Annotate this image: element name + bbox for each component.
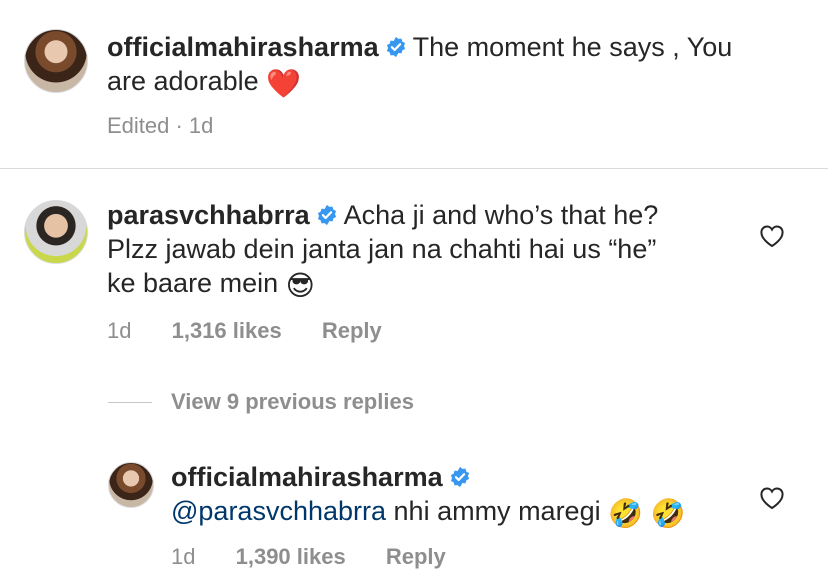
comment-username[interactable]: parasvchhabrra — [107, 200, 310, 230]
caption-edited-time: Edited · 1d — [107, 113, 214, 138]
verified-badge-icon — [317, 204, 336, 226]
caption-text: officialmahirasharma The moment he says ,… — [107, 30, 807, 101]
verified-badge-icon — [450, 466, 469, 488]
reply-likes[interactable]: 1,390 likes — [236, 544, 346, 569]
like-heart-icon[interactable] — [759, 224, 785, 248]
avatar[interactable] — [24, 200, 88, 264]
comment-likes[interactable]: 1,316 likes — [172, 318, 282, 343]
reply-time: 1d — [171, 544, 196, 569]
comment-line1: Acha ji and who’s that he? — [343, 200, 659, 230]
comment-time: 1d — [107, 318, 132, 343]
comment-reply-button[interactable]: Reply — [322, 318, 382, 343]
view-previous-replies-button[interactable]: View 9 previous replies — [171, 389, 414, 415]
comment-line3: ke baare mein — [107, 268, 279, 298]
avatar[interactable] — [24, 29, 88, 93]
verified-badge-icon — [386, 36, 405, 58]
caption-username[interactable]: officialmahirasharma — [107, 32, 379, 62]
reply-line: nhi ammy maregi — [393, 496, 601, 526]
like-heart-icon[interactable] — [759, 486, 785, 510]
caption-meta: Edited · 1d — [107, 113, 247, 139]
reply-text: officialmahirasharma @parasvchhabrra nhi… — [171, 460, 751, 531]
avatar[interactable] — [108, 462, 154, 508]
reply-reply-button[interactable]: Reply — [386, 544, 446, 569]
caption-line1: The moment he says , You — [412, 32, 733, 62]
comment-line2: Plzz jawab dein janta jan na chahti hai … — [107, 234, 657, 264]
reply-meta: 1d 1,390 likes Reply — [171, 544, 480, 570]
divider — [0, 168, 828, 169]
reply-mention-link[interactable]: @parasvchhabrra — [171, 496, 386, 526]
comment-text: parasvchhabrra Acha ji and who’s that he?… — [107, 198, 767, 303]
laughing-emoji: 🤣 🤣 — [608, 498, 686, 529]
caption-line2: are adorable — [107, 66, 259, 96]
reply-username[interactable]: officialmahirasharma — [171, 462, 443, 492]
replies-divider-line — [108, 402, 152, 403]
sunglasses-emoji: 😎 — [285, 270, 315, 301]
heart-emoji: ❤️ — [266, 68, 302, 99]
comment-meta: 1d 1,316 likes Reply — [107, 318, 416, 344]
